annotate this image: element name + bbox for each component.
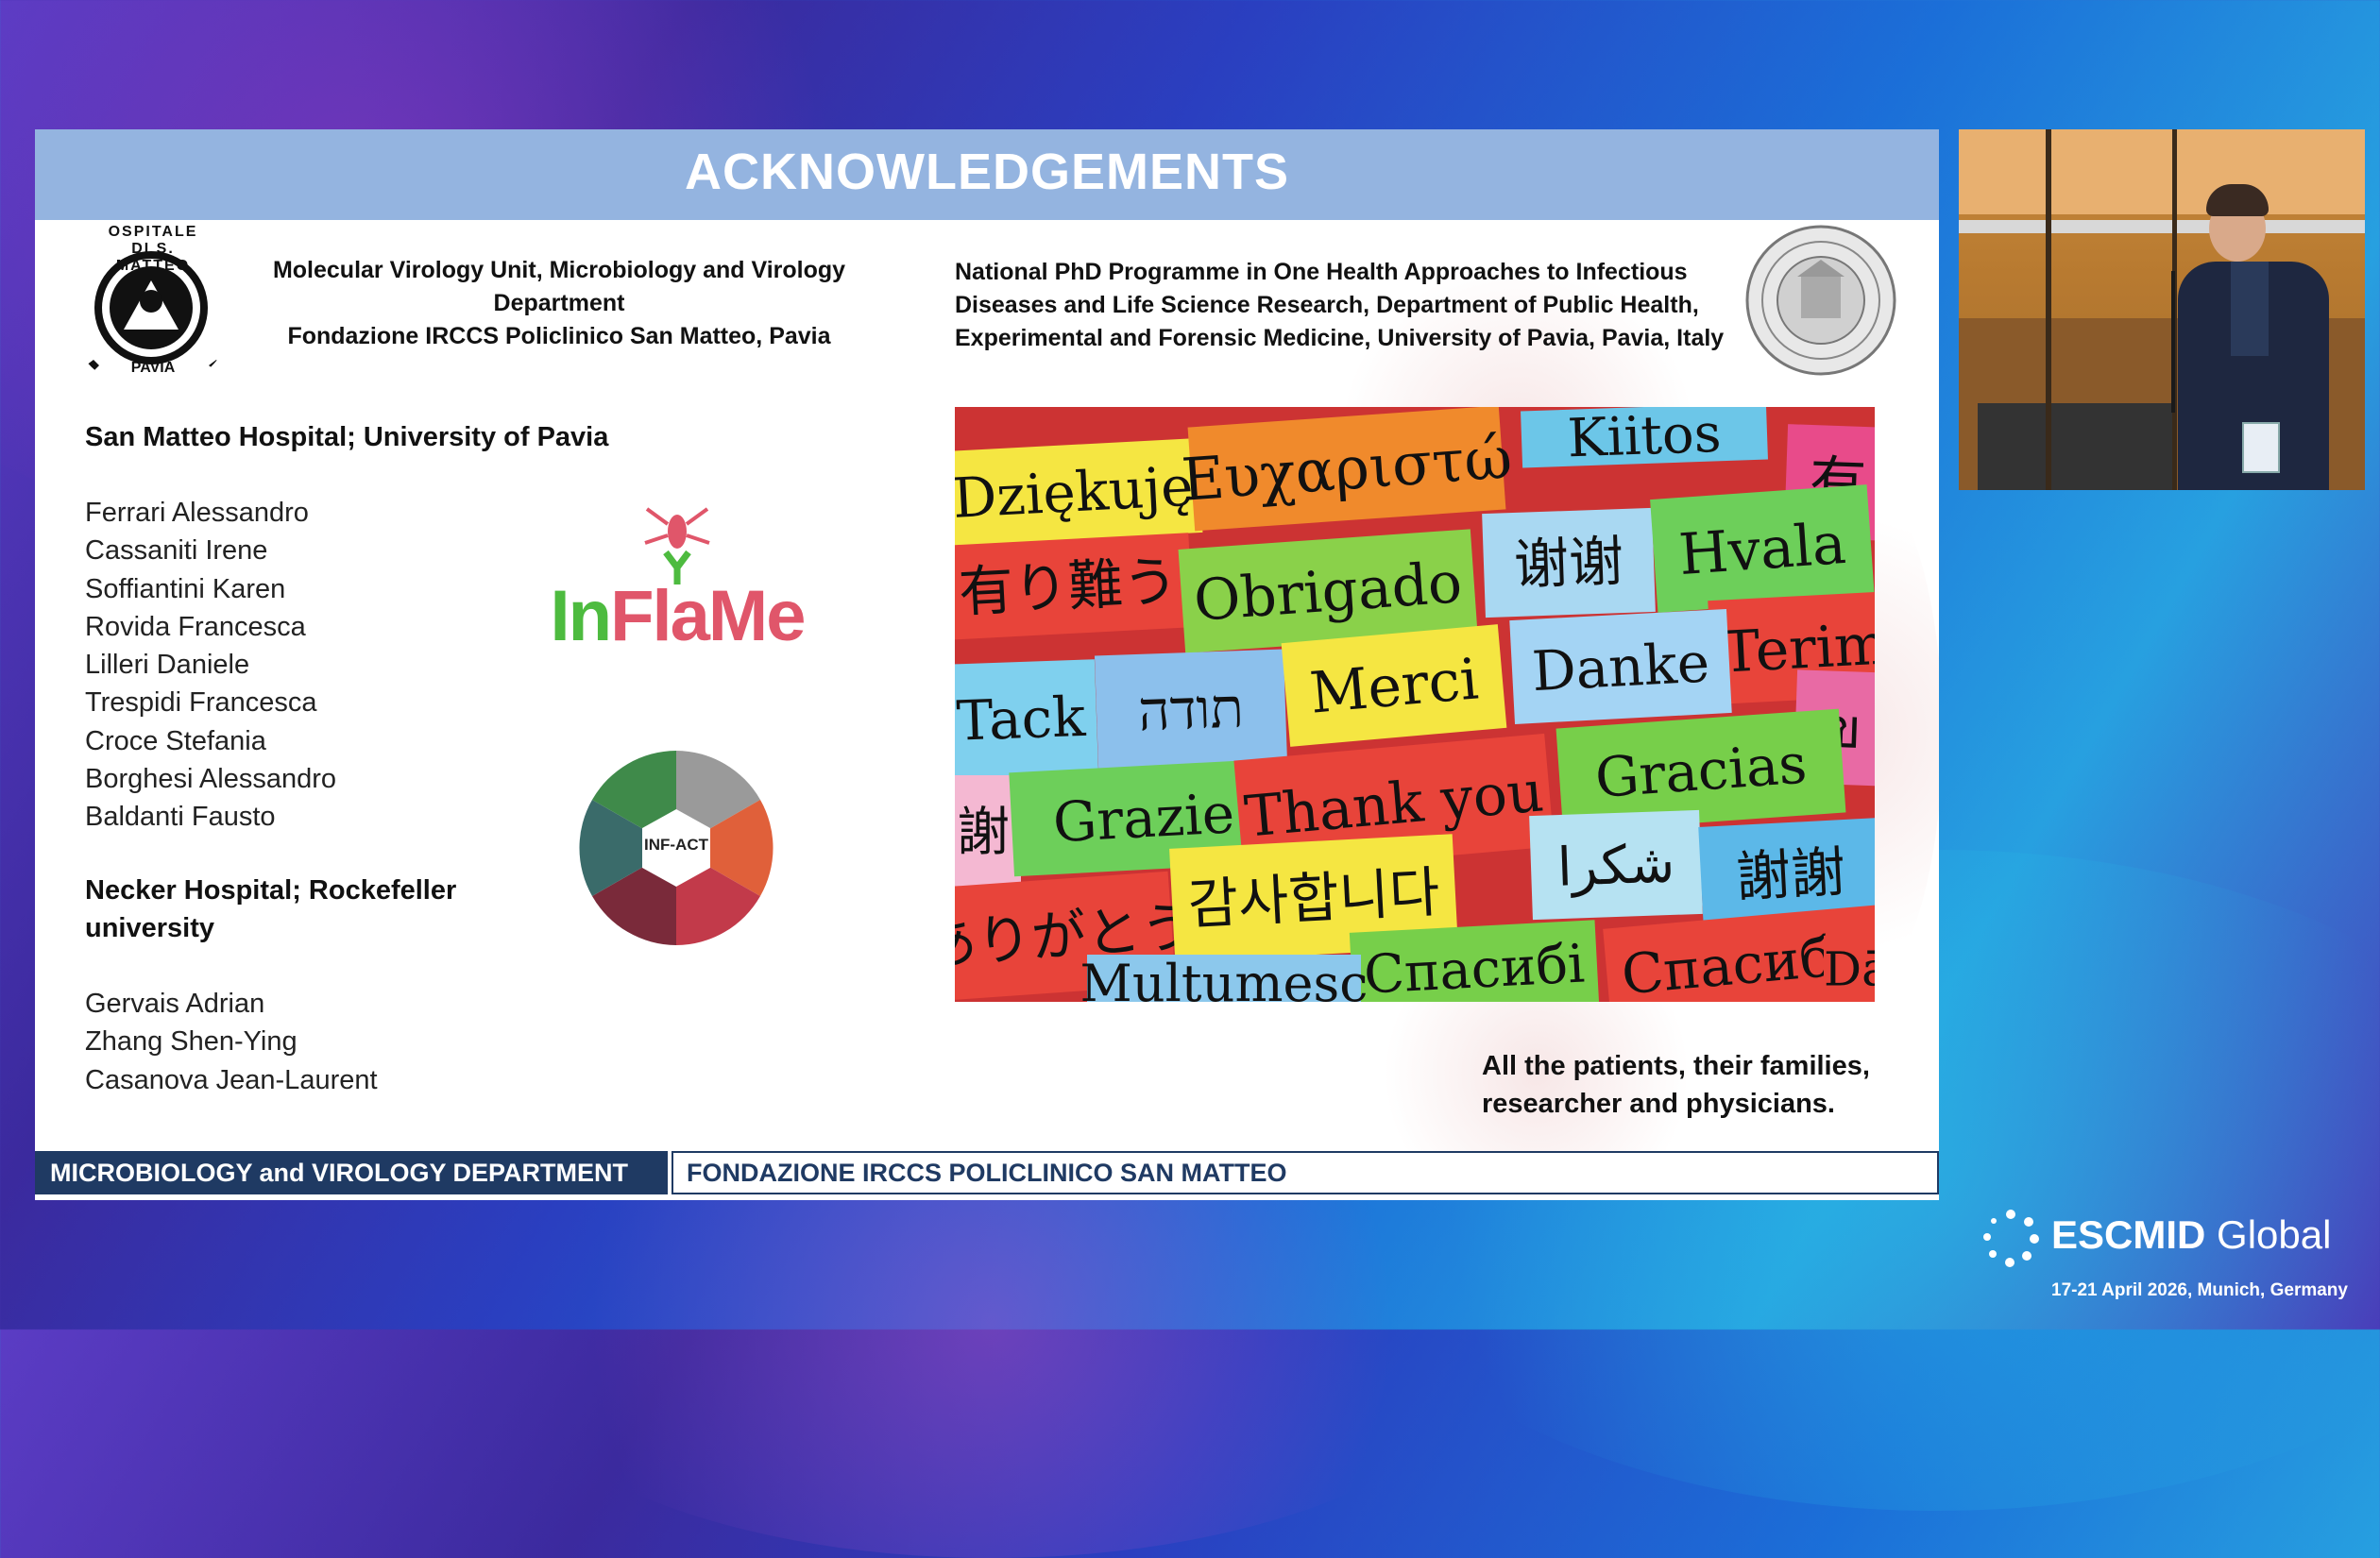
word-text: 감사합니다	[1186, 859, 1441, 937]
mosquito-icon	[644, 507, 710, 584]
word-text: 謝謝	[1734, 839, 1846, 909]
word-text: 有り難う	[957, 549, 1179, 624]
footer-institution: FONDAZIONE IRCCS POLICLINICO SAN MATTEO	[672, 1151, 1939, 1194]
list-item: Trespidi Francesca	[85, 687, 317, 719]
list-item: Borghesi Alessandro	[85, 764, 336, 795]
group1-name-list: Ferrari Alessandro Cassaniti Irene Soffi…	[85, 494, 482, 837]
list-item: Cassaniti Irene	[85, 535, 268, 567]
badge	[2242, 422, 2280, 473]
group2-name-list: Gervais Adrian Zhang Shen-Ying Casanova …	[85, 985, 538, 1099]
thank-you-word: 谢谢	[1482, 507, 1656, 618]
brand-suffix: Global	[2217, 1212, 2332, 1257]
word-text: Hvala	[1676, 511, 1847, 588]
thank-you-word: Dziękuję	[955, 438, 1203, 546]
list-item: Casanova Jean-Laurent	[85, 1064, 378, 1095]
slide-title: ACKNOWLEDGEMENTS	[685, 144, 1289, 200]
thank-you-collage-image: Dziękuję Ευχαριστώ Kiitos 有有り難う Obrigado 谢谢 Hv…	[955, 407, 1875, 1002]
thank-you-word: Multumesc	[1080, 954, 1368, 1002]
word-text: 謝	[957, 803, 1010, 864]
thank-you-word: شكرا	[1529, 809, 1703, 921]
thank-you-word: Dā	[1824, 936, 1875, 1002]
group2-heading: Necker Hospital; Rockefeller university	[85, 875, 457, 943]
inflame-logo: InFlaMe	[536, 503, 819, 664]
word-text: شكرا	[1556, 833, 1676, 898]
seal-text: OSPITALE DI S. MATTEO	[108, 224, 198, 274]
list-item: Soffiantini Karen	[85, 573, 286, 604]
word-text: 谢谢	[1513, 529, 1624, 597]
thank-you-word: Спасибі	[1349, 920, 1600, 1002]
word-text: Grazie	[1051, 781, 1235, 855]
word-text: Kiitos	[1567, 407, 1723, 469]
patients-note: All the patients, their families, resear…	[1482, 1051, 1870, 1119]
right-affiliation: National PhD Programme in One Health App…	[955, 259, 1725, 351]
list-item: Baldanti Fausto	[85, 802, 276, 833]
list-item: Croce Stefania	[85, 725, 266, 756]
left-affiliation: Molecular Virology Unit, Microbiology an…	[272, 257, 846, 349]
word-text: Спасибі	[1363, 934, 1587, 1002]
escmid-logo-icon	[1983, 1210, 2039, 1267]
thank-you-word: Ευχαριστώ	[1180, 407, 1514, 532]
event-date: 17-21 April 2026, Munich, Germany	[2051, 1280, 2348, 1300]
thank-you-word: 有り難う	[955, 533, 1194, 640]
thank-you-word: Hvala	[1650, 484, 1875, 613]
footer-department: MICROBIOLOGY and VIROLOGY DEPARTMENT	[35, 1151, 668, 1194]
word-text: Dziękuję	[955, 454, 1195, 531]
list-item: Gervais Adrian	[85, 989, 265, 1019]
thank-you-word: תודה	[1094, 649, 1288, 770]
word-text: Danke	[1530, 630, 1710, 703]
inf-act-logo-text: INF-ACT	[644, 836, 708, 854]
presentation-slide: ACKNOWLEDGEMENTS OSPITALE DI S. MATTEO P…	[35, 129, 1939, 1200]
thank-you-word: Kiitos	[1521, 407, 1768, 469]
collage-svg: DziękujęΕυχαριστώ Kiitos有有り難う Obrigado 谢谢 Hv…	[955, 407, 1875, 1002]
university-of-pavia-seal-icon	[1745, 225, 1896, 376]
brand-name: ESCMID	[2051, 1212, 2206, 1257]
word-text: Multumesc	[1080, 954, 1368, 1002]
list-item: Rovida Francesca	[85, 611, 306, 642]
word-text: Tack	[956, 685, 1088, 754]
list-item: Zhang Shen-Ying	[85, 1026, 298, 1058]
speaker-video-feed	[1959, 129, 2365, 490]
word-text: תודה	[1137, 675, 1245, 743]
thank-you-word: Tack	[955, 659, 1099, 778]
escmid-global-logo: ESCMID Global	[1980, 1207, 2367, 1267]
list-item: Ferrari Alessandro	[85, 498, 309, 528]
word-text: Dā	[1824, 942, 1875, 997]
group1-heading: San Matteo Hospital; University of Pavia	[85, 422, 609, 452]
list-item: Lilleri Daniele	[85, 650, 250, 681]
thank-you-word: Danke	[1509, 609, 1732, 724]
thank-you-word: Merci	[1281, 624, 1507, 747]
seal-city: PAVIA	[130, 360, 176, 376]
